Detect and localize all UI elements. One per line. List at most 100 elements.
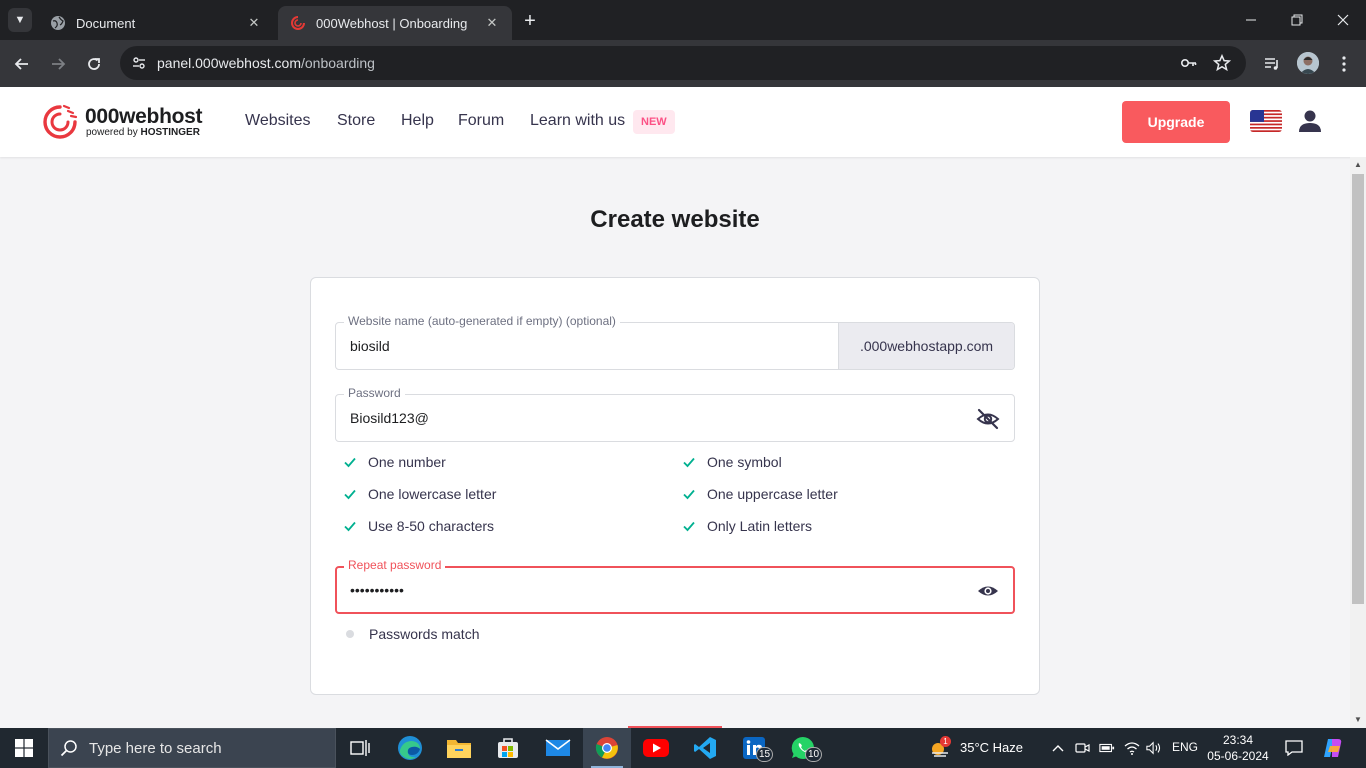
search-placeholder: Type here to search: [89, 739, 222, 757]
weather-alert-badge: 1: [940, 736, 951, 747]
url-path: /onboarding: [301, 55, 375, 71]
show-hidden-icons-chevron-icon[interactable]: [1050, 740, 1066, 756]
copilot-icon[interactable]: [1322, 738, 1344, 758]
scroll-up-icon[interactable]: ▲: [1354, 160, 1362, 169]
tab-title: 000Webhost | Onboarding: [316, 15, 468, 31]
microsoft-store-icon[interactable]: [484, 728, 532, 768]
browser-tab-bar: ▼ Document ✕ 000Webhost | Onboarding ✕ +: [0, 0, 1366, 40]
page-scrollbar[interactable]: ▲ ▼: [1350, 157, 1366, 728]
volume-icon[interactable]: [1146, 740, 1162, 756]
repeat-password-value[interactable]: •••••••••••: [350, 582, 404, 598]
requirement-item: One uppercase letter: [682, 486, 838, 502]
nav-store[interactable]: Store: [337, 112, 375, 130]
domain-suffix: .000webhostapp.com: [838, 323, 1014, 369]
clock-time: 23:34: [1222, 733, 1254, 747]
language-indicator[interactable]: ENG: [1172, 740, 1198, 754]
requirement-item: Use 8-50 characters: [343, 518, 494, 534]
file-explorer-icon[interactable]: [435, 728, 483, 768]
repeat-password-label: Repeat password: [344, 558, 446, 572]
task-view-icon[interactable]: [336, 728, 384, 768]
passwords-match-indicator: Passwords match: [343, 626, 479, 642]
nav-forum[interactable]: Forum: [458, 112, 504, 130]
windows-taskbar: Type here to search 15 10 1 35°C Haze EN…: [0, 728, 1366, 768]
000webhost-logo-mark-icon: [43, 104, 78, 139]
requirement-text: One number: [368, 454, 446, 470]
nav-help[interactable]: Help: [401, 112, 434, 130]
url-host: panel.000webhost.com: [157, 55, 301, 71]
requirement-text: One lowercase letter: [368, 486, 497, 502]
check-icon: [344, 489, 356, 500]
scroll-down-icon[interactable]: ▼: [1354, 715, 1362, 724]
tab-close-icon[interactable]: ✕: [484, 15, 500, 31]
account-user-icon[interactable]: [1297, 108, 1323, 134]
check-icon: [344, 521, 356, 532]
browser-menu-icon[interactable]: [1330, 50, 1358, 78]
eye-off-icon[interactable]: [976, 407, 1000, 431]
close-window-icon[interactable]: [1320, 4, 1366, 36]
windows-start-icon[interactable]: [0, 728, 48, 768]
mail-icon[interactable]: [534, 728, 582, 768]
site-info-icon[interactable]: [128, 52, 150, 74]
tab-search-chevron-icon[interactable]: ▼: [8, 8, 32, 32]
nav-websites[interactable]: Websites: [245, 112, 311, 130]
reload-icon[interactable]: [80, 50, 108, 78]
requirement-item: Only Latin letters: [682, 518, 812, 534]
bookmark-star-icon[interactable]: [1212, 53, 1232, 73]
000webhost-favicon-icon: [290, 15, 306, 31]
clock-date: 05-06-2024: [1207, 749, 1269, 763]
minimize-icon[interactable]: [1228, 4, 1274, 36]
tab-document[interactable]: Document ✕: [38, 6, 274, 40]
upgrade-button[interactable]: Upgrade: [1122, 101, 1230, 143]
us-flag-icon[interactable]: [1250, 110, 1282, 132]
repeat-password-field[interactable]: Repeat password •••••••••••: [335, 558, 1015, 614]
whatsapp-icon[interactable]: 10: [779, 728, 827, 768]
password-key-icon[interactable]: [1179, 53, 1199, 73]
password-value[interactable]: Biosild123@: [350, 410, 429, 426]
tab-title: Document: [76, 15, 136, 31]
requirement-item: One symbol: [682, 454, 782, 470]
logo-sub-prefix: powered by: [86, 127, 141, 138]
back-arrow-icon[interactable]: [8, 50, 36, 78]
scrollbar-thumb[interactable]: [1352, 174, 1364, 604]
profile-avatar[interactable]: [1297, 52, 1319, 74]
create-website-card: Website name (auto-generated if empty) (…: [310, 277, 1040, 695]
new-badge: NEW: [633, 110, 675, 134]
weather-icon[interactable]: 1: [920, 728, 960, 768]
website-name-label: Website name (auto-generated if empty) (…: [344, 314, 620, 328]
notification-badge: 10: [805, 747, 822, 762]
check-icon: [683, 489, 695, 500]
eye-icon[interactable]: [976, 579, 1000, 603]
meet-now-icon[interactable]: [1075, 740, 1091, 756]
website-name-value[interactable]: biosild: [350, 338, 390, 354]
website-name-field[interactable]: Website name (auto-generated if empty) (…: [335, 314, 1015, 370]
vscode-icon[interactable]: [681, 728, 729, 768]
chrome-icon[interactable]: [583, 728, 631, 768]
tab-onboarding[interactable]: 000Webhost | Onboarding ✕: [278, 6, 512, 40]
forward-arrow-icon[interactable]: [44, 50, 72, 78]
edge-browser-icon[interactable]: [386, 728, 434, 768]
notifications-icon[interactable]: [1285, 740, 1303, 756]
media-control-icon[interactable]: [1258, 50, 1286, 78]
site-header: 000webhost powered by HOSTINGER Websites…: [0, 87, 1366, 157]
requirement-text: One uppercase letter: [707, 486, 838, 502]
search-icon: [49, 739, 89, 757]
tab-close-icon[interactable]: ✕: [246, 15, 262, 31]
wifi-icon[interactable]: [1124, 740, 1140, 756]
restore-icon[interactable]: [1274, 4, 1320, 36]
system-clock[interactable]: 23:34 05-06-2024: [1200, 732, 1276, 764]
requirement-item: One number: [343, 454, 446, 470]
weather-text[interactable]: 35°C Haze: [960, 740, 1023, 755]
new-tab-icon[interactable]: +: [518, 9, 542, 33]
password-field[interactable]: Password Biosild123@: [335, 386, 1015, 442]
logo-name: 000webhost: [85, 105, 203, 128]
check-icon: [683, 457, 695, 468]
logo-sub-brand: HOSTINGER: [140, 127, 200, 138]
linkedin-icon[interactable]: 15: [730, 728, 778, 768]
battery-icon[interactable]: [1099, 740, 1115, 756]
youtube-icon[interactable]: [632, 728, 680, 768]
000webhost-logo[interactable]: 000webhost powered by HOSTINGER: [40, 104, 210, 140]
address-bar[interactable]: panel.000webhost.com/onboarding: [120, 46, 1246, 80]
taskbar-search-box[interactable]: Type here to search: [48, 728, 336, 768]
nav-learn-with-us[interactable]: Learn with us: [530, 112, 625, 130]
logo-subtitle: powered by HOSTINGER: [86, 127, 200, 138]
